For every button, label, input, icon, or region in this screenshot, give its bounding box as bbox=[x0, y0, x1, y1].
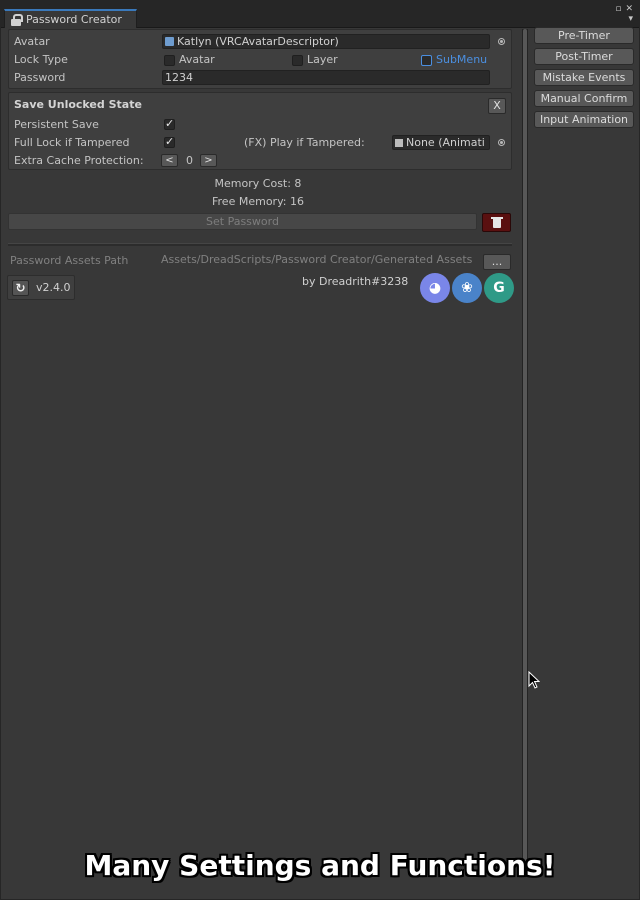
browse-path-button[interactable]: ... bbox=[483, 254, 511, 270]
avatar-field-value: Katlyn (VRCAvatarDescriptor) bbox=[177, 35, 339, 48]
unlock-section: Save Unlocked State X Persistent Save Fu… bbox=[8, 92, 512, 170]
lock-layer-checkbox[interactable] bbox=[292, 55, 303, 66]
fx-play-field-value: None (Animati bbox=[406, 136, 485, 149]
github-icon[interactable]: ❀ bbox=[452, 273, 482, 303]
free-memory-text: Free Memory: 16 bbox=[212, 195, 304, 208]
side-button-panel: Pre-Timer Post-Timer Mistake Events Manu… bbox=[529, 27, 639, 899]
tab-password-creator[interactable]: Password Creator bbox=[4, 9, 137, 28]
animation-clip-icon bbox=[395, 139, 403, 147]
version-badge[interactable]: ↻ v2.4.0 bbox=[7, 275, 75, 300]
post-timer-button[interactable]: Post-Timer bbox=[534, 48, 634, 65]
password-input[interactable]: 1234 bbox=[162, 70, 490, 85]
submenu-label: SubMenu bbox=[436, 53, 488, 66]
scrollbar-thumb[interactable] bbox=[523, 29, 527, 867]
avatar-field[interactable]: Katlyn (VRCAvatarDescriptor) bbox=[162, 34, 490, 49]
lock-icon bbox=[11, 13, 23, 26]
lock-layer-label: Layer bbox=[307, 53, 338, 66]
lock-avatar-label: Avatar bbox=[179, 53, 215, 66]
refresh-icon[interactable]: ↻ bbox=[12, 280, 29, 296]
persistent-save-label: Persistent Save bbox=[14, 118, 99, 131]
extra-cache-label: Extra Cache Protection: bbox=[14, 154, 144, 167]
lock-type-label: Lock Type bbox=[14, 53, 68, 66]
main-panel: Avatar Katlyn (VRCAvatarDescriptor) Lock… bbox=[2, 29, 522, 899]
gumroad-icon[interactable]: G bbox=[484, 273, 514, 303]
vertical-scrollbar[interactable] bbox=[522, 29, 528, 867]
window-controls: ▫ ✕ ▾ bbox=[615, 5, 633, 24]
promo-caption: Many Settings and Functions! bbox=[84, 849, 556, 882]
avatar-picker-icon[interactable] bbox=[498, 38, 505, 45]
password-label: Password bbox=[14, 71, 66, 84]
fx-play-field[interactable]: None (Animati bbox=[392, 135, 490, 150]
unlock-section-title: Save Unlocked State bbox=[14, 98, 142, 111]
assets-path-label: Password Assets Path bbox=[10, 254, 129, 267]
persistent-save-checkbox[interactable] bbox=[164, 117, 175, 130]
close-icon[interactable]: ✕ bbox=[625, 5, 633, 14]
lock-avatar-checkbox[interactable] bbox=[164, 55, 175, 66]
pre-timer-button[interactable]: Pre-Timer bbox=[534, 27, 634, 44]
avatar-object-icon bbox=[165, 37, 174, 46]
input-animation-button[interactable]: Input Animation bbox=[534, 111, 634, 128]
avatar-label: Avatar bbox=[14, 35, 50, 48]
fx-play-label: (FX) Play if Tampered: bbox=[244, 136, 365, 149]
tab-title: Password Creator bbox=[26, 13, 122, 26]
menu-icon[interactable]: ▾ bbox=[628, 15, 633, 24]
maximize-icon[interactable]: ▫ bbox=[615, 5, 621, 14]
extra-cache-increment-button[interactable]: > bbox=[200, 154, 217, 167]
editor-window: Password Creator ▫ ✕ ▾ Avatar Katlyn (VR… bbox=[0, 0, 640, 900]
tab-bar: Password Creator ▫ ✕ ▾ bbox=[1, 1, 639, 28]
manual-confirm-button[interactable]: Manual Confirm bbox=[534, 90, 634, 107]
full-lock-checkbox[interactable] bbox=[164, 135, 175, 148]
mouse-cursor-icon bbox=[528, 671, 540, 689]
version-text: v2.4.0 bbox=[36, 281, 71, 294]
section-divider bbox=[8, 243, 512, 246]
avatar-section: Avatar Katlyn (VRCAvatarDescriptor) Lock… bbox=[8, 29, 512, 89]
author-byline: by Dreadrith#3238 bbox=[302, 275, 409, 288]
extra-cache-decrement-button[interactable]: < bbox=[161, 154, 178, 167]
discord-icon[interactable]: ◕ bbox=[420, 273, 450, 303]
full-lock-label: Full Lock if Tampered bbox=[14, 136, 130, 149]
mistake-events-button[interactable]: Mistake Events bbox=[534, 69, 634, 86]
delete-button[interactable] bbox=[482, 213, 511, 232]
unlock-section-close-button[interactable]: X bbox=[488, 98, 506, 114]
extra-cache-value: 0 bbox=[186, 154, 193, 167]
fx-play-picker-icon[interactable] bbox=[498, 139, 505, 146]
submenu-checkbox[interactable] bbox=[421, 55, 432, 66]
memory-cost-text: Memory Cost: 8 bbox=[214, 177, 302, 190]
set-password-button[interactable]: Set Password bbox=[8, 213, 477, 230]
assets-path-field[interactable]: Assets/DreadScripts/Password Creator/Gen… bbox=[159, 253, 477, 268]
